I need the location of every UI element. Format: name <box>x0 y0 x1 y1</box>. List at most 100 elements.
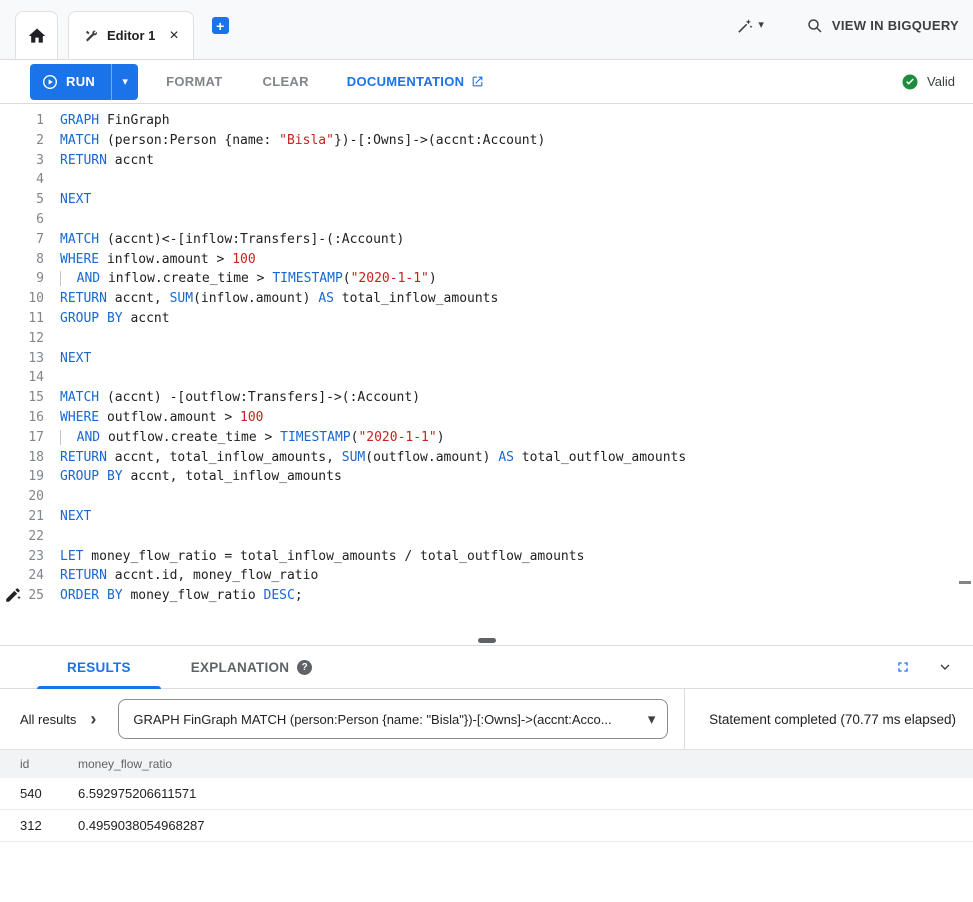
code-text: GROUP BY accnt, total_inflow_amounts <box>44 467 342 487</box>
code-line[interactable]: 22 <box>0 527 973 547</box>
all-results-button[interactable]: All results <box>20 712 76 727</box>
panel-resize-handle[interactable] <box>478 638 496 643</box>
line-number: 21 <box>0 507 44 527</box>
code-line[interactable]: 1GRAPH FinGraph <box>0 111 973 131</box>
breadcrumb-chevron-icon[interactable]: › <box>90 710 96 728</box>
line-number: 1 <box>0 111 44 131</box>
tab-results[interactable]: RESULTS <box>37 646 161 688</box>
code-line[interactable]: 5NEXT <box>0 190 973 210</box>
magic-wand-icon <box>736 17 754 35</box>
line-number: 2 <box>0 131 44 151</box>
table-cell: 312 <box>0 818 58 833</box>
tab-label: Editor 1 <box>107 28 155 43</box>
line-number: 20 <box>0 487 44 507</box>
code-line[interactable]: 21NEXT <box>0 507 973 527</box>
format-button[interactable]: FORMAT <box>166 74 222 89</box>
line-number: 17 <box>0 428 44 448</box>
code-line[interactable]: 10RETURN accnt, SUM(inflow.amount) AS to… <box>0 289 973 309</box>
code-text: MATCH (person:Person {name: "Bisla"})-[:… <box>44 131 545 151</box>
view-in-bigquery-button[interactable]: VIEW IN BIGQUERY <box>806 17 959 35</box>
code-line[interactable]: 13NEXT <box>0 349 973 369</box>
code-text: LET money_flow_ratio = total_inflow_amou… <box>44 547 584 567</box>
code-text: NEXT <box>44 349 91 369</box>
line-number: 11 <box>0 309 44 329</box>
column-header: money_flow_ratio <box>58 757 973 771</box>
code-text: NEXT <box>44 507 91 527</box>
code-text: AND outflow.create_time > TIMESTAMP("202… <box>44 428 445 448</box>
run-button[interactable]: RUN <box>30 64 111 100</box>
code-line[interactable]: 4 <box>0 170 973 190</box>
code-line[interactable]: 24RETURN accnt.id, money_flow_ratio <box>0 566 973 586</box>
code-line[interactable]: 2MATCH (person:Person {name: "Bisla"})-[… <box>0 131 973 151</box>
line-number: 5 <box>0 190 44 210</box>
code-line[interactable]: 12 <box>0 329 973 349</box>
documentation-link[interactable]: DOCUMENTATION <box>347 74 485 89</box>
code-text <box>44 487 60 507</box>
code-line[interactable]: 11GROUP BY accnt <box>0 309 973 329</box>
expand-fullscreen-icon[interactable] <box>895 659 911 675</box>
code-line[interactable]: 20 <box>0 487 973 507</box>
tab-explanation[interactable]: EXPLANATION ? <box>161 646 343 688</box>
add-tab-button[interactable]: + <box>212 17 229 34</box>
code-line[interactable]: 23LET money_flow_ratio = total_inflow_am… <box>0 547 973 567</box>
line-number: 6 <box>0 210 44 230</box>
explanation-tab-label: EXPLANATION <box>191 660 290 675</box>
assist-code-button[interactable] <box>4 586 22 604</box>
code-text: AND inflow.create_time > TIMESTAMP("2020… <box>44 269 437 289</box>
code-text: MATCH (accnt)<-[inflow:Transfers]-(:Acco… <box>44 230 404 250</box>
code-line[interactable]: 18RETURN accnt, total_inflow_amounts, SU… <box>0 448 973 468</box>
code-text: GRAPH FinGraph <box>44 111 170 131</box>
line-number: 12 <box>0 329 44 349</box>
documentation-label: DOCUMENTATION <box>347 74 465 89</box>
line-number: 8 <box>0 250 44 270</box>
run-dropdown-button[interactable]: ▾ <box>111 64 138 100</box>
home-icon <box>27 26 47 46</box>
code-text <box>44 368 60 388</box>
code-line[interactable]: 17 AND outflow.create_time > TIMESTAMP("… <box>0 428 973 448</box>
code-text: ORDER BY money_flow_ratio DESC; <box>44 586 303 606</box>
table-cell: 540 <box>0 786 58 801</box>
clear-button[interactable]: CLEAR <box>263 74 309 89</box>
play-icon <box>42 74 58 90</box>
dropdown-caret-icon: ▾ <box>648 712 656 727</box>
tab-bar: Editor 1 × + ▾ VIEW IN BIGQUERY <box>0 0 973 60</box>
results-tab-label: RESULTS <box>67 660 131 675</box>
scrollbar-thumb[interactable] <box>959 581 971 584</box>
code-editor[interactable]: 1GRAPH FinGraph2MATCH (person:Person {na… <box>0 104 973 645</box>
line-number: 3 <box>0 151 44 171</box>
code-text: GROUP BY accnt <box>44 309 170 329</box>
statement-dropdown[interactable]: GRAPH FinGraph MATCH (person:Person {nam… <box>118 699 668 739</box>
results-table: idmoney_flow_ratio 5406.592975206611571 3… <box>0 750 973 842</box>
code-line[interactable]: 15MATCH (accnt) -[outflow:Transfers]->(:… <box>0 388 973 408</box>
sql-generation-button[interactable]: ▾ <box>736 17 764 35</box>
results-table-header: idmoney_flow_ratio <box>0 750 973 778</box>
code-text: RETURN accnt, SUM(inflow.amount) AS tota… <box>44 289 498 309</box>
statement-summary: GRAPH FinGraph MATCH (person:Person {nam… <box>133 712 639 727</box>
tab-close-icon[interactable]: × <box>169 28 178 44</box>
code-line[interactable]: 9 AND inflow.create_time > TIMESTAMP("20… <box>0 269 973 289</box>
results-panel-header: RESULTS EXPLANATION ? <box>0 645 973 689</box>
code-line[interactable]: 6 <box>0 210 973 230</box>
results-header-actions <box>895 646 973 688</box>
code-lines: 1GRAPH FinGraph2MATCH (person:Person {na… <box>0 104 973 606</box>
collapse-chevron-down-icon[interactable] <box>937 659 953 675</box>
code-line[interactable]: 16WHERE outflow.amount > 100 <box>0 408 973 428</box>
pen-spark-icon <box>4 586 22 604</box>
tab-editor-1[interactable]: Editor 1 × <box>68 11 194 59</box>
tab-home[interactable] <box>15 11 58 59</box>
code-line[interactable]: 14 <box>0 368 973 388</box>
bigquery-search-icon <box>806 17 824 35</box>
line-number: 10 <box>0 289 44 309</box>
code-line[interactable]: 3RETURN accnt <box>0 151 973 171</box>
code-line[interactable]: 25ORDER BY money_flow_ratio DESC; <box>0 586 973 606</box>
code-line[interactable]: 7MATCH (accnt)<-[inflow:Transfers]-(:Acc… <box>0 230 973 250</box>
results-table-body: 5406.5929752066115713120.495903805496828… <box>0 778 973 842</box>
column-header: id <box>0 757 58 771</box>
help-icon[interactable]: ? <box>297 660 312 675</box>
line-number: 4 <box>0 170 44 190</box>
caret-down-icon: ▾ <box>758 20 764 31</box>
code-line[interactable]: 19GROUP BY accnt, total_inflow_amounts <box>0 467 973 487</box>
code-line[interactable]: 8WHERE inflow.amount > 100 <box>0 250 973 270</box>
table-cell: 6.592975206611571 <box>58 786 973 801</box>
caret-down-icon: ▾ <box>122 75 128 88</box>
